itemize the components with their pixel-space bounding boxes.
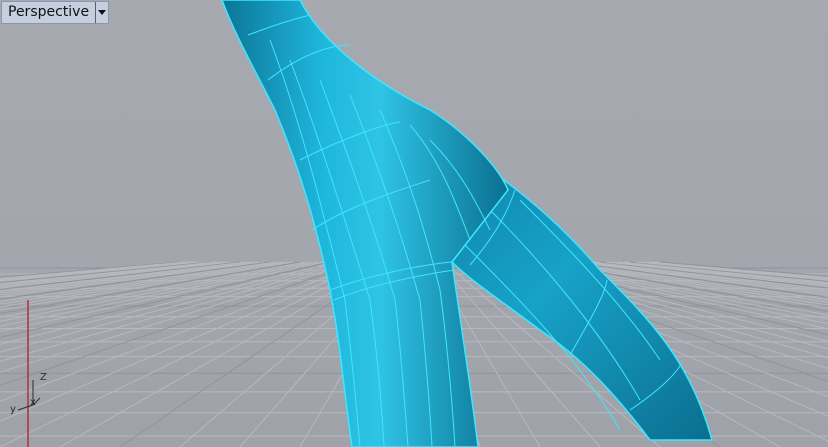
axis-label-x: x (30, 397, 36, 408)
viewport-menu-button[interactable] (95, 2, 109, 23)
chevron-down-icon (98, 9, 107, 15)
grid-line (0, 261, 319, 327)
grid-line (0, 261, 325, 332)
grid-line (0, 261, 235, 289)
viewport-scene[interactable]: Z y x (0, 0, 828, 447)
viewport-title[interactable]: Perspective (2, 2, 95, 23)
grid-line (0, 261, 259, 296)
grid-line (0, 261, 307, 318)
perspective-viewport[interactable]: Z y x Perspective (0, 0, 828, 447)
axis-label-z: Z (40, 372, 47, 383)
main-tube-surface[interactable] (221, 0, 509, 447)
viewport-title-tab[interactable]: Perspective (1, 1, 110, 24)
axis-label-y: y (10, 404, 16, 415)
grid-line (0, 261, 205, 282)
